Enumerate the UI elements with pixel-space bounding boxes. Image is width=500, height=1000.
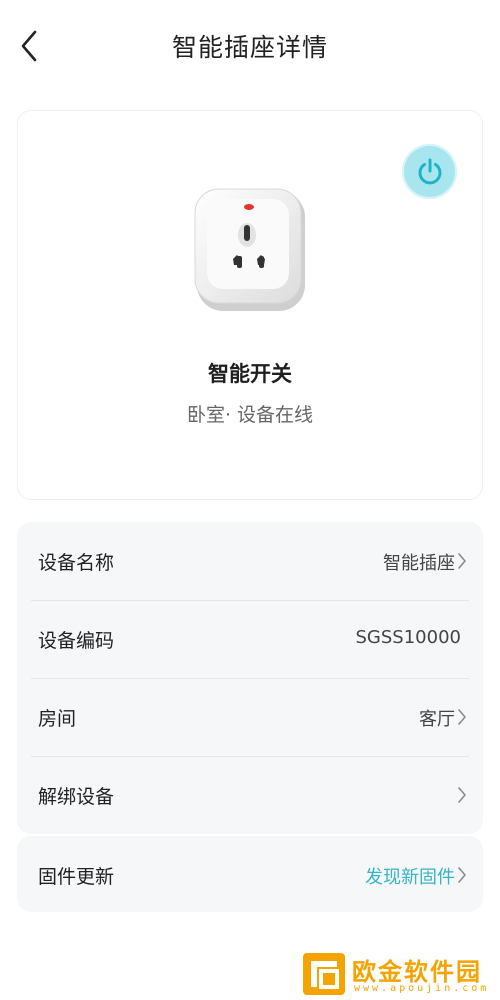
row-device-code: 设备编码 SGSS10000: [17, 600, 483, 678]
power-button[interactable]: [402, 144, 457, 199]
watermark-url: www.apoujin.com: [354, 983, 490, 994]
row-value: SGSS10000: [355, 627, 462, 648]
header: 智能插座详情: [0, 0, 500, 92]
chevron-right-icon: [458, 867, 466, 883]
device-info-list: 设备名称 智能插座 设备编码 SGSS10000 房间 客厅 解绑设备: [17, 522, 483, 834]
row-room[interactable]: 房间 客厅: [17, 678, 483, 756]
row-value: 智能插座: [383, 553, 455, 574]
watermark: 欧金软件园 www.apoujin.com: [302, 952, 494, 998]
row-value: 客厅: [419, 709, 455, 730]
watermark-logo-icon: [303, 953, 345, 995]
device-card: 智能开关 卧室· 设备在线: [17, 110, 483, 500]
device-name: 智能开关: [208, 362, 292, 386]
row-unbind-device[interactable]: 解绑设备: [17, 756, 483, 834]
row-label: 固件更新: [38, 866, 115, 888]
row-label: 解绑设备: [38, 786, 115, 808]
chevron-right-icon: [458, 553, 466, 569]
row-label: 设备编码: [38, 630, 115, 652]
firmware-card: 固件更新 发现新固件: [17, 836, 483, 912]
row-device-name[interactable]: 设备名称 智能插座: [17, 522, 483, 600]
power-icon: [418, 158, 441, 184]
watermark-title: 欧金软件园: [352, 958, 482, 986]
row-label: 房间: [38, 708, 77, 730]
device-detail-page: 智能插座详情 智能开关 卧室· 设备在线 设备名称 智能插座 设备编码 SGSS…: [0, 0, 500, 1000]
row-label: 设备名称: [38, 552, 115, 574]
device-status: 卧室· 设备在线: [186, 404, 314, 426]
chevron-right-icon: [458, 709, 466, 725]
new-firmware-link[interactable]: 发现新固件: [365, 863, 455, 889]
page-title: 智能插座详情: [171, 33, 328, 62]
chevron-right-icon: [458, 787, 466, 803]
smart-socket-image: [194, 188, 305, 311]
row-firmware-update[interactable]: 固件更新 发现新固件: [17, 836, 483, 912]
